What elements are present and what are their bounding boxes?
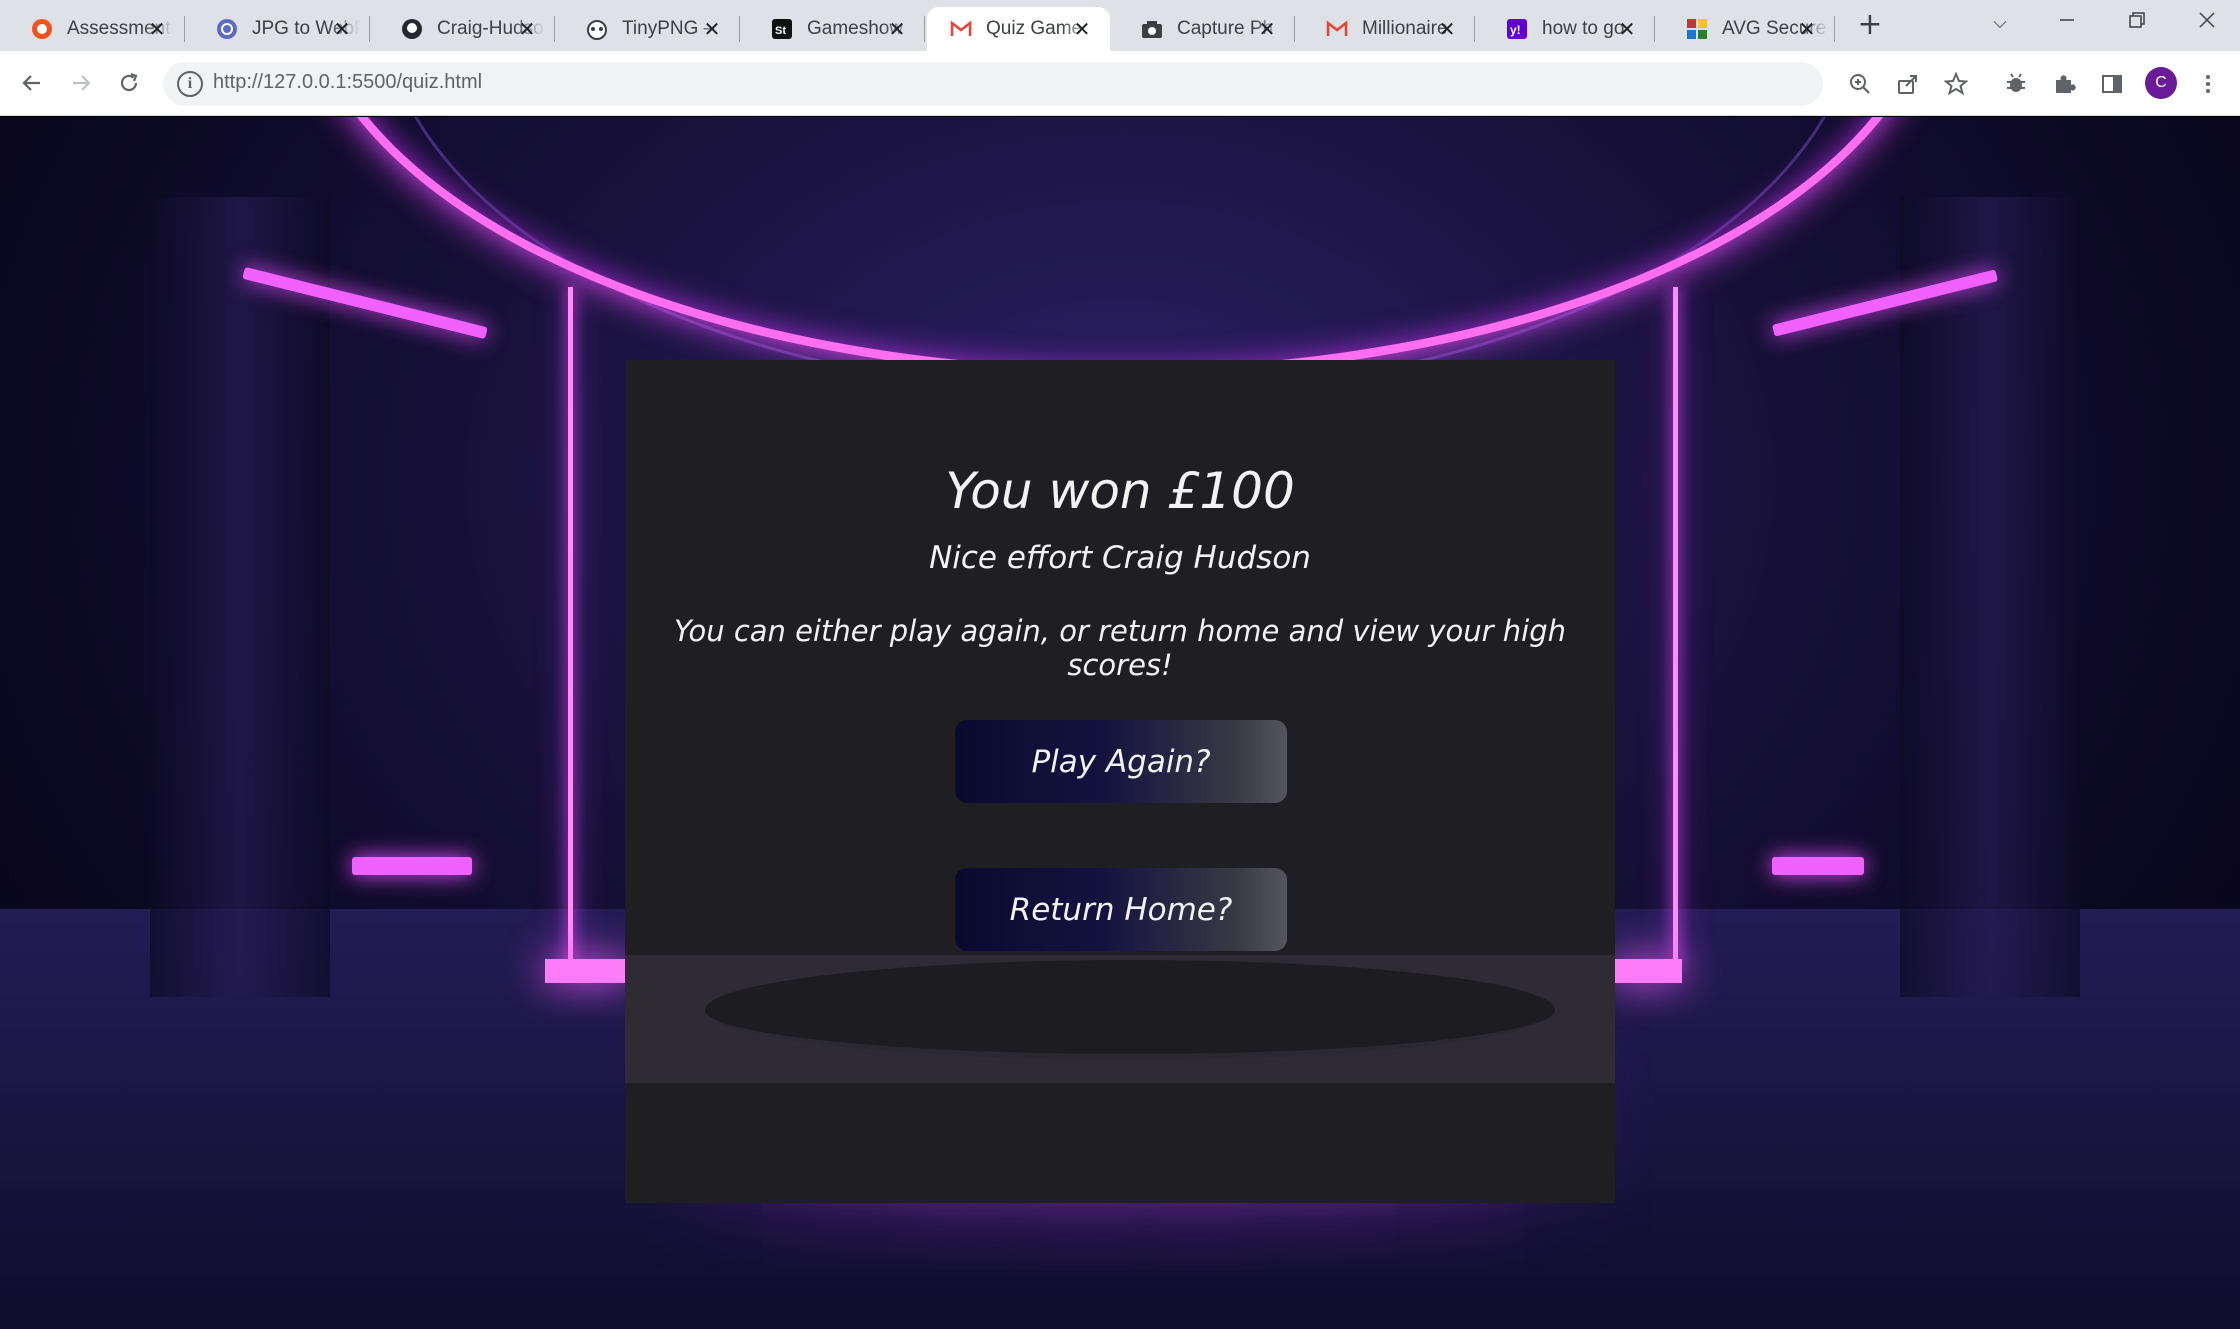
url-text[interactable]: http://127.0.0.1:5500/quiz.html — [213, 71, 482, 94]
back-arrow-icon[interactable] — [14, 65, 50, 101]
close-tab-icon[interactable]: ✕ — [1255, 17, 1279, 41]
converter-favicon-icon — [215, 18, 238, 41]
reload-icon[interactable] — [111, 65, 147, 101]
stage-podium — [705, 960, 1555, 1060]
site-info-icon[interactable]: i — [177, 71, 203, 97]
tab-avg-secure[interactable]: AVG Secure ✕ — [1655, 7, 1835, 51]
github-favicon-icon — [400, 18, 423, 41]
gmail-favicon-icon — [1325, 18, 1348, 41]
minimize-icon[interactable] — [2052, 8, 2082, 38]
zoom-icon[interactable] — [1845, 69, 1875, 99]
result-title: You won £100 — [945, 462, 1295, 520]
extension-bug-icon[interactable] — [2001, 69, 2031, 99]
avg-favicon-icon — [1685, 18, 1708, 41]
browser-toolbar: i http://127.0.0.1:5500/quiz.html — [0, 51, 2240, 116]
st-favicon-icon: St — [770, 18, 793, 41]
instructions-text: You can either play again, or return hom… — [673, 614, 1567, 682]
close-tab-icon[interactable]: ✕ — [1795, 17, 1819, 41]
side-panel-icon[interactable] — [2097, 69, 2127, 99]
browser-tab-strip: Assessment ✕ JPG to WebP ✕ Craig-Hudson … — [0, 0, 2240, 51]
play-again-button[interactable]: Play Again? — [955, 720, 1287, 803]
player-message: Nice effort Craig Hudson — [929, 540, 1311, 576]
neon-light-bar — [568, 287, 573, 967]
close-tab-icon[interactable]: ✕ — [515, 17, 539, 41]
close-tab-icon[interactable]: ✕ — [330, 17, 354, 41]
stage-pillar — [150, 197, 330, 997]
address-bar[interactable]: i http://127.0.0.1:5500/quiz.html — [163, 62, 1823, 106]
quiz-page: You won £100 Nice effort Craig Hudson Yo… — [0, 117, 2240, 1329]
tab-millionaire[interactable]: Millionaire ✕ — [1295, 7, 1475, 51]
tab-separator — [924, 16, 925, 42]
neon-light-bar — [1673, 287, 1678, 967]
window-close-icon[interactable] — [2192, 8, 2222, 38]
gmail-favicon-icon — [949, 18, 972, 41]
share-icon[interactable] — [1893, 69, 1923, 99]
neon-light-strip — [352, 857, 472, 875]
close-tab-icon[interactable]: ✕ — [1070, 17, 1094, 41]
return-home-button[interactable]: Return Home? — [955, 868, 1287, 951]
camera-favicon-icon — [1140, 18, 1163, 41]
tab-capture-photo[interactable]: Capture Ph ✕ — [1110, 7, 1295, 51]
stage-pillar — [1900, 197, 2080, 997]
close-tab-icon[interactable]: ✕ — [1435, 17, 1459, 41]
forward-arrow-icon[interactable] — [63, 65, 99, 101]
extensions-puzzle-icon[interactable] — [2049, 69, 2079, 99]
close-tab-icon[interactable]: ✕ — [145, 17, 169, 41]
tab-yahoo-search[interactable]: y! how to go ✕ — [1475, 7, 1655, 51]
yahoo-favicon-icon: y! — [1505, 18, 1528, 41]
menu-kebab-icon[interactable] — [2193, 69, 2223, 99]
assessment-favicon-icon — [30, 18, 53, 41]
panda-favicon-icon — [585, 18, 608, 41]
tab-github[interactable]: Craig-Hudson ✕ — [370, 7, 555, 51]
stage-neon-arch — [300, 117, 1940, 377]
tab-quiz-game[interactable]: Quiz Game ✕ — [927, 7, 1110, 51]
new-tab-icon[interactable]: + — [1855, 10, 1885, 40]
neon-light-strip — [1772, 857, 1864, 875]
tab-assessment[interactable]: Assessment ✕ — [0, 7, 185, 51]
bookmark-star-icon[interactable] — [1941, 69, 1971, 99]
tab-gameshow[interactable]: St Gameshow ✕ — [740, 7, 925, 51]
tab-jpg-to-webp[interactable]: JPG to WebP ✕ — [185, 7, 370, 51]
svg-text:St: St — [775, 25, 786, 37]
close-tab-icon[interactable]: ✕ — [885, 17, 909, 41]
tab-search-chevron-icon[interactable]: ⌵ — [1985, 8, 2015, 38]
floor-glow — [1612, 959, 1682, 983]
close-tab-icon[interactable]: ✕ — [700, 17, 724, 41]
tab-separator — [1834, 16, 1835, 42]
profile-avatar[interactable]: C — [2145, 67, 2177, 99]
svg-text:y!: y! — [1510, 23, 1521, 37]
restore-icon[interactable] — [2122, 8, 2152, 38]
tab-tinypng[interactable]: TinyPNG – ✕ — [555, 7, 740, 51]
close-tab-icon[interactable]: ✕ — [1615, 17, 1639, 41]
floor-glow — [545, 959, 630, 983]
